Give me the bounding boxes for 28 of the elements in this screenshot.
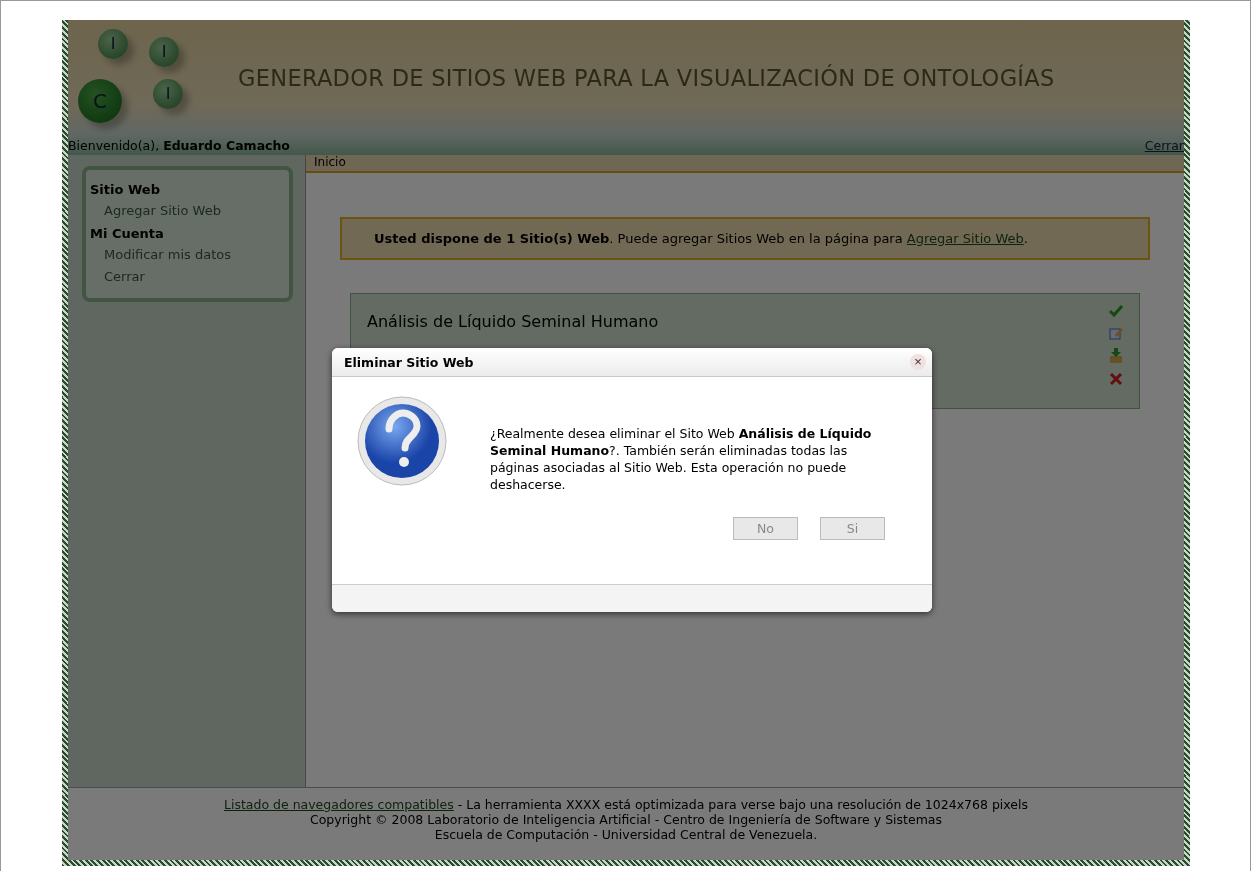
footer-text: Escuela de Computación - Universidad Central de Venezuela.: [433, 827, 819, 842]
browsers-link[interactable]: Listado de navegadores compatibles: [223, 797, 454, 812]
footer-text: Listado de navegadores compatibles - La herramienta XXXX está optimizada para verse bajo una resolución de 1024x768 pixels: [222, 797, 1029, 812]
question-icon: [356, 393, 448, 489]
logo-ball: I: [98, 28, 128, 59]
delete-icon[interactable]: [1109, 372, 1123, 386]
site-title: GENERADOR DE SITIOS WEB PARA LA VISUALIZACIÓN DE ONTOLOGÍAS: [238, 64, 1055, 91]
logo-ball: I: [153, 78, 183, 109]
download-icon[interactable]: [1109, 348, 1123, 364]
check-icon[interactable]: [1109, 304, 1123, 318]
menu-heading: Mi Cuenta: [90, 225, 165, 243]
menu-link[interactable]: Cerrar: [90, 266, 289, 288]
logo-ball: I: [149, 36, 179, 67]
dialog-message: ¿Realmente desea eliminar el Sito Web Análisis de Líquido Seminal Humano?. También serán eliminadas todas las páginas asociadas al Sitio Web. Esta operación no puede deshacerse.: [490, 425, 873, 493]
menu-heading: Sitio Web: [90, 181, 161, 199]
breadcrumb: Inicio: [306, 155, 1184, 173]
dialog-title: Eliminar Sitio Web: [344, 354, 474, 370]
close-button[interactable]: ×: [910, 354, 926, 370]
menu-link[interactable]: Agregar Sitio Web: [90, 200, 289, 222]
menu-link[interactable]: Modificar mis datos: [90, 244, 289, 266]
logo-ball: C: [78, 78, 122, 123]
welcome-text: Bienvenido(a), Eduardo Camacho: [68, 137, 290, 153]
notice-message: Usted dispone de 1 Sitio(s) Web. Puede agregar Sitios Web en la página para Agregar Sitio Web.: [340, 217, 1150, 260]
logout-link[interactable]: Cerrar: [1144, 137, 1184, 153]
footer-text: Copyright © 2008 Laboratorio de Inteligencia Artificial - Centro de Ingeniería de Software y Sistemas: [308, 812, 943, 827]
edit-icon[interactable]: [1109, 326, 1123, 340]
site-name: Análisis de Líquido Seminal Humano: [367, 312, 659, 331]
add-site-link[interactable]: Agregar Sitio Web: [906, 231, 1024, 246]
